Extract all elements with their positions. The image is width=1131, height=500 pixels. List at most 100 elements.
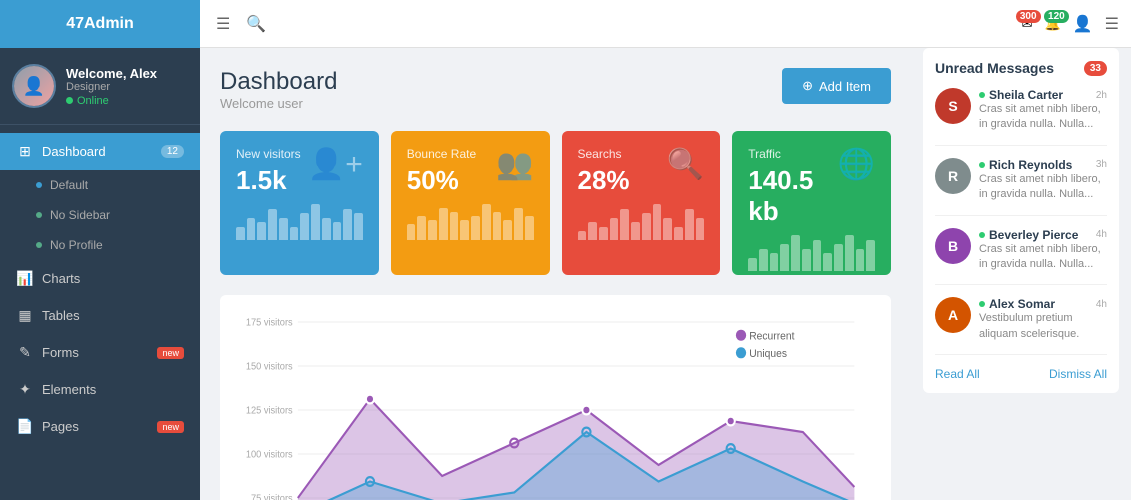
brand-logo[interactable]: 47Admin [0,0,200,48]
sidebar-item-forms[interactable]: ✎ Forms new [0,334,200,371]
bell-button[interactable]: 🔔 120 [1045,16,1061,32]
stat-bar [428,220,437,240]
svg-text:150 visitors: 150 visitors [246,361,293,372]
svg-text:Recurrent: Recurrent [749,330,794,342]
stat-bar [354,213,363,240]
msg-name-1: Rich Reynolds [989,158,1072,172]
sidebar: 👤 Welcome, Alex Designer Online ⊞ Dashbo… [0,48,200,500]
status-text: Online [77,95,109,107]
stat-bar [460,220,469,240]
msg-avatar-3: A [935,297,971,333]
elements-icon: ✦ [16,381,34,398]
stat-bar [514,208,523,240]
stat-bar [791,235,800,271]
user-icon[interactable]: 👤 [1073,14,1093,34]
mail-button[interactable]: ✉ 300 [1022,16,1033,32]
stat-bar [610,218,619,241]
user-name: Welcome, Alex [66,66,188,81]
sidebar-label-pages: Pages [42,419,149,434]
stat-bars-traffic [748,235,875,275]
stat-bar [257,222,266,240]
stat-card-value-bounce: 50% [407,165,476,196]
stat-card-title-traffic: Traffic [748,147,837,161]
sidebar-item-default[interactable]: Default [0,170,200,200]
msg-name-row-2: Beverley Pierce [979,228,1078,242]
stat-bar [866,240,875,272]
sidebar-item-tables[interactable]: ▦ Tables [0,297,200,334]
sidebar-label-charts: Charts [42,271,184,286]
msg-content-2: Beverley Pierce 4h Cras sit amet nibh li… [979,228,1107,273]
stat-card-title-bounce: Bounce Rate [407,147,476,161]
msg-avatar-img-3: A [935,297,971,333]
stat-bar [770,253,779,271]
avatar: 👤 [12,64,56,108]
msg-content-1: Rich Reynolds 3h Cras sit amet nibh libe… [979,158,1107,203]
message-item-3[interactable]: A Alex Somar 4h Vestibulum pretium aliqu… [935,297,1107,355]
search-icon[interactable]: 🔍 [246,14,266,34]
bounce-card-icon: 👥 [496,147,533,182]
stat-card-header-bounce: Bounce Rate 50% 👥 [407,147,534,196]
top-nav-left: ☰ 🔍 [200,14,1022,34]
msg-avatar-2: B [935,228,971,264]
sidebar-item-no-profile[interactable]: No Profile [0,230,200,260]
stat-bar [578,231,587,240]
main-layout: 👤 Welcome, Alex Designer Online ⊞ Dashbo… [0,48,1131,500]
stat-bar [268,209,277,241]
sidebar-user: 👤 Welcome, Alex Designer Online [0,48,200,125]
stat-bar [482,204,491,240]
messages-header: Unread Messages 33 [935,60,1107,76]
stat-card-content-traffic: Traffic 140.5 kb [748,147,837,227]
msg-text-2: Cras sit amet nibh libero, in gravida nu… [979,242,1107,273]
plus-icon: ⊕ [802,78,813,94]
stat-bar [503,220,512,240]
sub-dot-nosidebar [36,212,42,218]
pages-icon: 📄 [16,418,34,435]
stat-bar [588,222,597,240]
msg-avatar-img-0: S [935,88,971,124]
stat-card-content-visitors: New visitors 1.5k [236,147,301,196]
add-item-button[interactable]: ⊕ Add Item [782,68,891,104]
message-item-1[interactable]: R Rich Reynolds 3h Cras sit amet nibh li… [935,158,1107,216]
stat-bar [343,209,352,241]
stat-card-content-search: Searchs 28% [578,147,630,196]
stat-bar [471,216,480,240]
sidebar-label-dashboard: Dashboard [42,144,153,159]
add-item-label: Add Item [819,79,871,94]
settings-icon[interactable]: ☰ [1105,14,1119,34]
sidebar-item-no-sidebar[interactable]: No Sidebar [0,200,200,230]
sidebar-item-elements[interactable]: ✦ Elements [0,371,200,408]
message-item-2[interactable]: B Beverley Pierce 4h Cras sit amet nibh … [935,228,1107,286]
stat-bar [642,213,651,240]
stat-bar [748,258,757,272]
messages-panel: Unread Messages 33 S Sheila Carter 2h Cr… [923,48,1119,393]
stat-bar [300,213,309,240]
msg-time-2: 4h [1096,229,1107,240]
forms-badge-new: new [157,347,184,359]
stat-bar [823,253,832,271]
sidebar-label-default: Default [50,178,88,192]
read-all-link[interactable]: Read All [935,367,980,381]
sidebar-item-charts[interactable]: 📊 Charts [0,260,200,297]
msg-header-1: Rich Reynolds 3h [979,158,1107,172]
message-item-0[interactable]: S Sheila Carter 2h Cras sit amet nibh li… [935,88,1107,146]
menu-toggle-icon[interactable]: ☰ [216,14,230,34]
traffic-card-icon: 🌐 [838,147,875,182]
svg-text:75 visitors: 75 visitors [251,493,293,500]
msg-text-1: Cras sit amet nibh libero, in gravida nu… [979,172,1107,203]
dismiss-all-link[interactable]: Dismiss All [1049,367,1107,381]
stat-bar [525,216,534,240]
msg-header-3: Alex Somar 4h [979,297,1107,311]
sidebar-item-pages[interactable]: 📄 Pages new [0,408,200,445]
svg-text:125 visitors: 125 visitors [246,405,293,416]
visitors-card-icon: 👤+ [308,147,363,182]
sidebar-nav: ⊞ Dashboard 12 Default No Sidebar No Pro… [0,125,200,500]
stat-bar [685,209,694,241]
stat-card-value-search: 28% [578,165,630,196]
sidebar-item-dashboard[interactable]: ⊞ Dashboard 12 [0,133,200,170]
stat-card-title-search: Searchs [578,147,630,161]
stat-bar [417,216,426,240]
msg-status-dot-1 [979,162,985,168]
msg-status-dot-0 [979,92,985,98]
msg-name-row-3: Alex Somar [979,297,1055,311]
stat-card-bounce: Bounce Rate 50% 👥 [391,131,550,275]
